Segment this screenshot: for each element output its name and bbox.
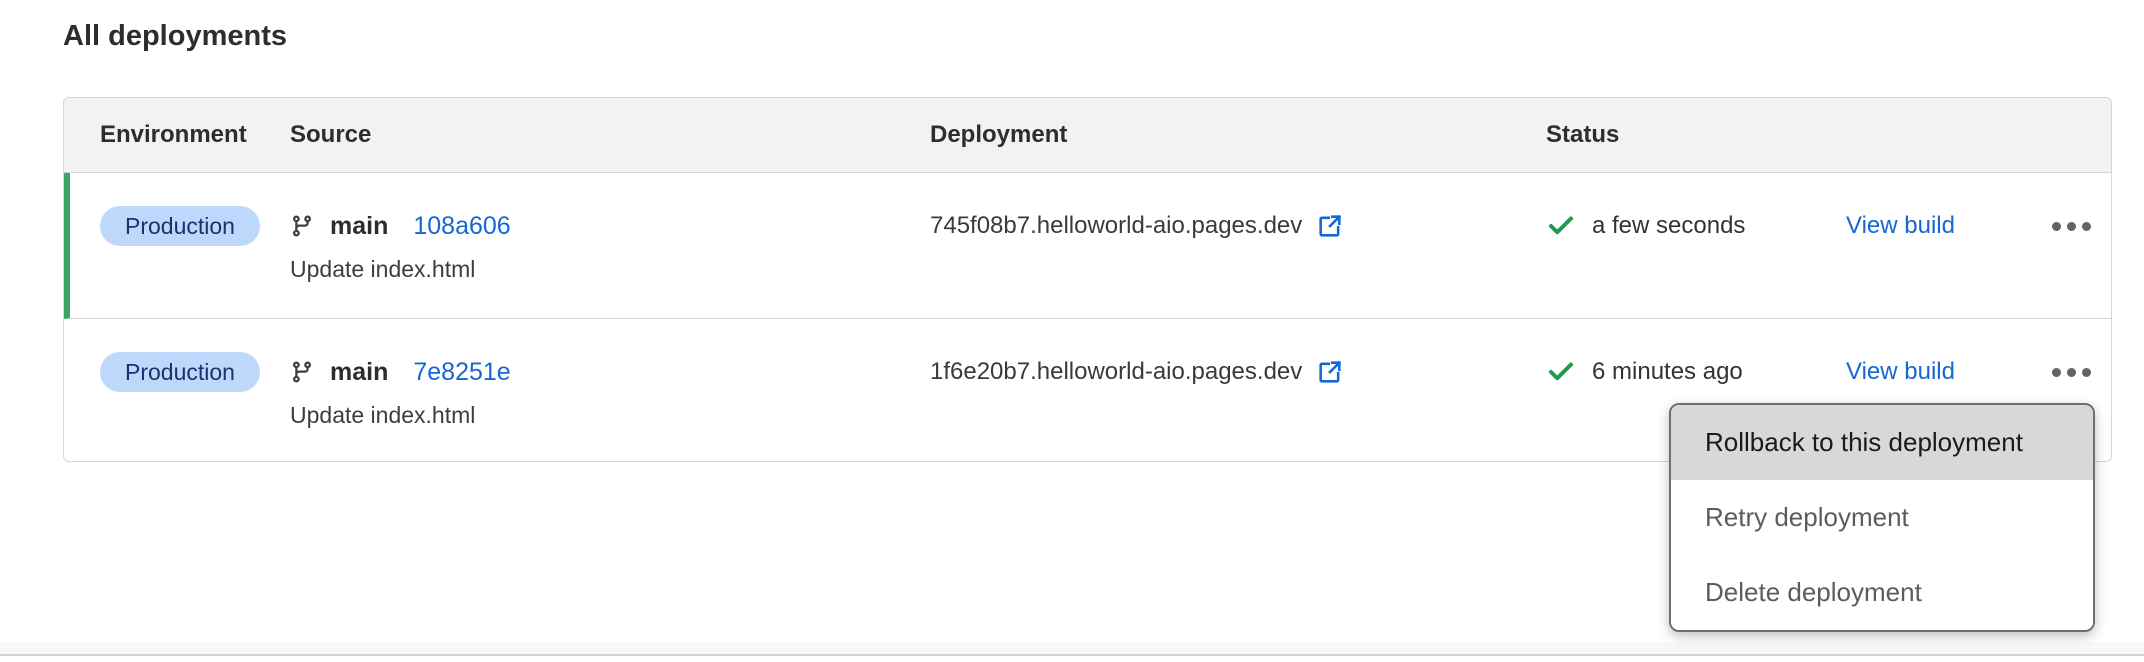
commit-link[interactable]: 108a606 (413, 212, 510, 241)
ellipsis-icon (2052, 222, 2061, 231)
column-header-source: Source (290, 121, 930, 149)
view-build-link[interactable]: View build (1846, 212, 1955, 240)
status-text: 6 minutes ago (1592, 358, 1743, 386)
menu-item-delete[interactable]: Delete deployment (1671, 555, 2093, 630)
environment-badge: Production (100, 206, 260, 246)
git-branch-icon (290, 360, 314, 384)
environment-badge: Production (100, 352, 260, 392)
deployment-actions-menu-button[interactable] (2046, 352, 2097, 392)
table-header-row: Environment Source Deployment Status (64, 98, 2111, 173)
page-title: All deployments (63, 20, 287, 53)
deployment-actions-menu-button[interactable] (2046, 206, 2097, 246)
external-link-icon[interactable] (1316, 212, 1344, 240)
branch-name: main (330, 212, 388, 241)
commit-message: Update index.html (290, 402, 930, 429)
branch-name: main (330, 358, 388, 387)
external-link-icon[interactable] (1316, 358, 1344, 386)
ellipsis-icon (2052, 368, 2061, 377)
commit-link[interactable]: 7e8251e (413, 358, 510, 387)
deployment-url: 745f08b7.helloworld-aio.pages.dev (930, 212, 1302, 240)
commit-message: Update index.html (290, 256, 930, 283)
column-header-status: Status (1546, 121, 1846, 149)
column-header-environment: Environment (100, 121, 290, 149)
git-branch-icon (290, 214, 314, 238)
table-row: Production main 108a606 Update index.htm… (64, 173, 2111, 319)
page-bottom-divider (0, 642, 2144, 656)
deployment-url: 1f6e20b7.helloworld-aio.pages.dev (930, 358, 1302, 386)
check-icon (1546, 211, 1576, 241)
menu-item-rollback[interactable]: Rollback to this deployment (1671, 405, 2093, 480)
deployment-actions-menu: Rollback to this deployment Retry deploy… (1669, 403, 2095, 632)
status-text: a few seconds (1592, 212, 1745, 240)
column-header-deployment: Deployment (930, 121, 1546, 149)
menu-item-retry[interactable]: Retry deployment (1671, 480, 2093, 555)
view-build-link[interactable]: View build (1846, 358, 1955, 386)
check-icon (1546, 357, 1576, 387)
